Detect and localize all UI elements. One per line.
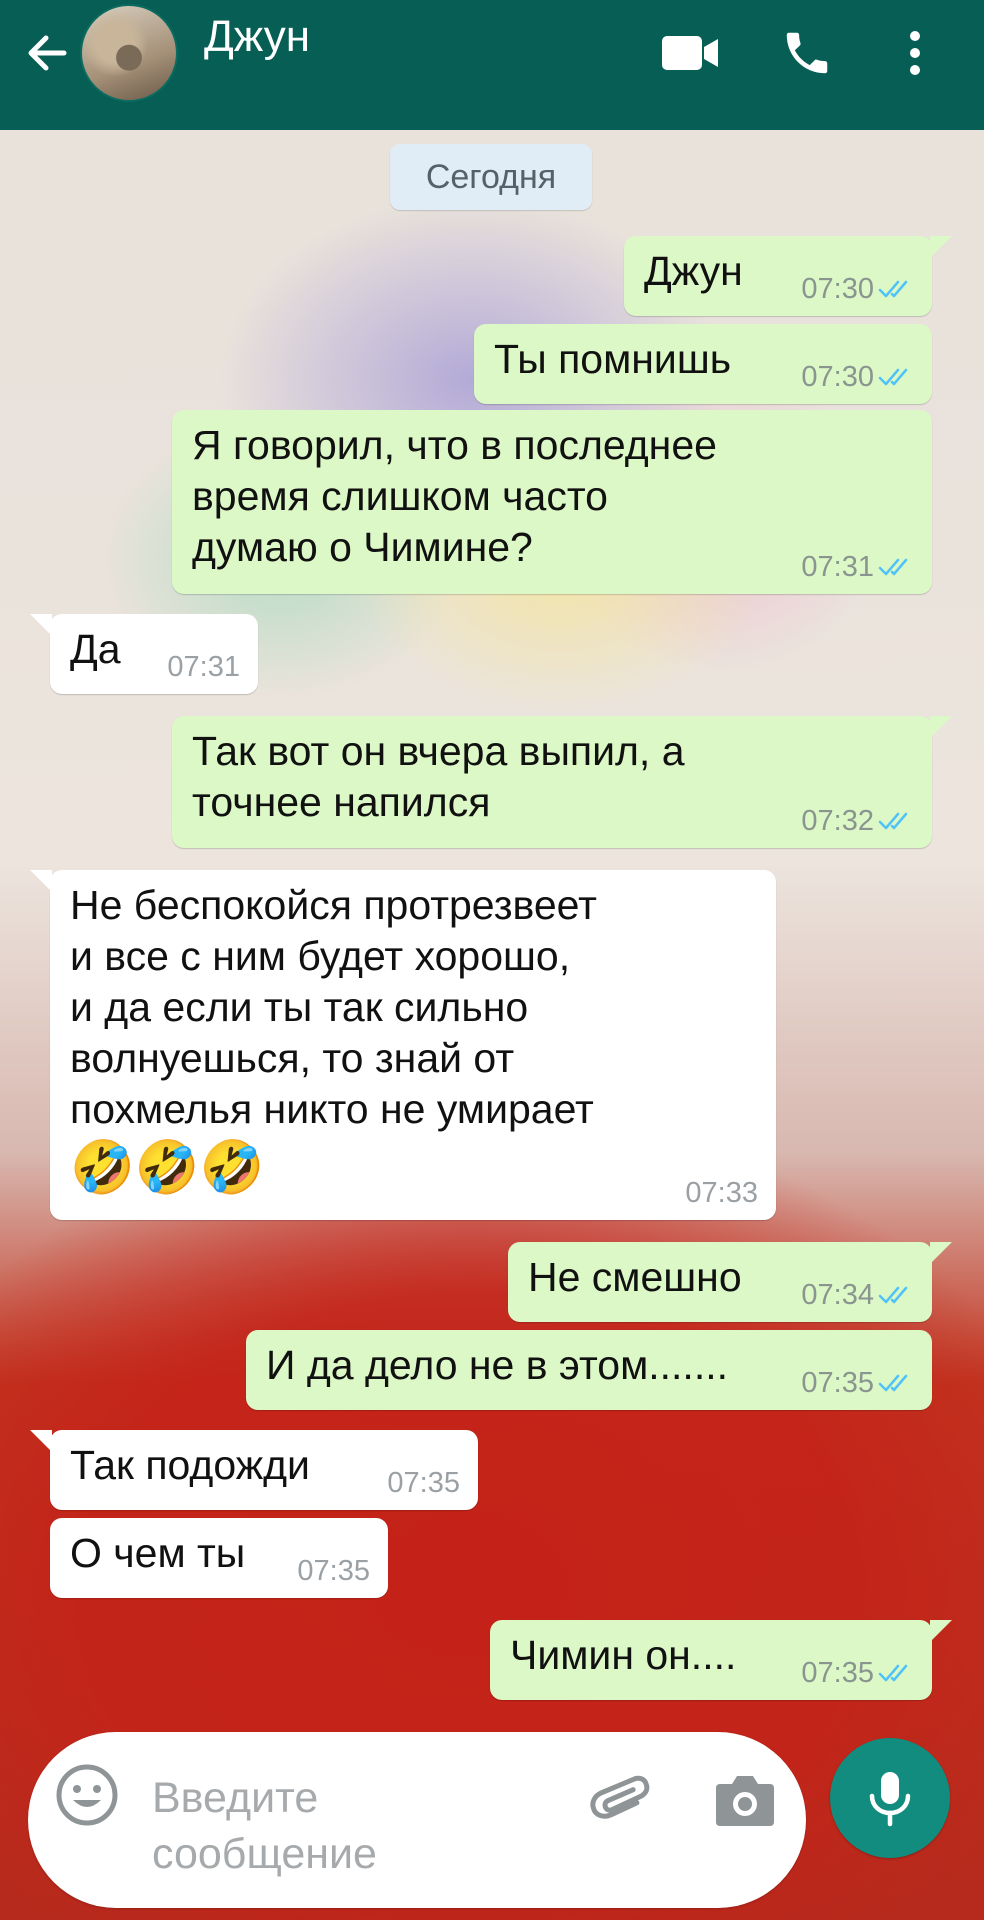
message-time: 07:32	[801, 805, 874, 837]
message-bubble-incoming[interactable]: Так подожди 07:35	[30, 1430, 478, 1510]
message-bubble-outgoing[interactable]: И да дело не в этом....... 07:35	[246, 1330, 932, 1410]
contact-name[interactable]: Джун	[204, 12, 310, 62]
message-text: и да если ты так сильно	[70, 984, 529, 1030]
camera-icon[interactable]	[714, 1772, 776, 1828]
message-text: Я говорил, что в последнее	[192, 422, 717, 468]
contact-avatar[interactable]	[80, 4, 178, 102]
mic-icon	[869, 1772, 911, 1827]
message-text: Джун	[644, 248, 743, 294]
read-receipt-icon	[878, 368, 908, 386]
phone-call-icon[interactable]	[780, 26, 834, 80]
message-time: 07:30	[801, 273, 874, 305]
message-bubble-outgoing[interactable]: Не смешно 07:34	[508, 1242, 952, 1322]
message-text: Не беспокойся протрезвеет	[70, 882, 597, 928]
message-text: О чем ты	[70, 1530, 246, 1576]
read-receipt-icon	[878, 812, 908, 830]
message-text: волнуешься, то знай от	[70, 1035, 515, 1081]
message-text: и все с ним будет хорошо,	[70, 933, 571, 979]
message-input-field[interactable]: Введите сообщение	[152, 1770, 482, 1882]
message-bubble-incoming[interactable]: Да 07:31	[30, 614, 258, 694]
message-time: 07:30	[801, 361, 874, 393]
message-text: И да дело не в этом.......	[266, 1342, 728, 1388]
read-receipt-icon	[878, 280, 908, 298]
message-input-bar[interactable]: Введите сообщение	[28, 1732, 806, 1908]
read-receipt-icon	[878, 1664, 908, 1682]
message-bubble-outgoing[interactable]: Чимин он.... 07:35	[490, 1620, 952, 1700]
message-bubble-outgoing[interactable]: Я говорил, что в последнее время слишком…	[172, 410, 932, 594]
message-time: 07:31	[167, 651, 240, 683]
message-time: 07:35	[801, 1367, 874, 1399]
message-text: Так вот он вчера выпил, а	[192, 728, 685, 774]
read-receipt-icon	[878, 558, 908, 576]
message-bubble-incoming[interactable]: Не беспокойся протрезвеет и все с ним бу…	[30, 870, 776, 1220]
message-text: Да	[70, 626, 121, 672]
emoji-icon[interactable]	[54, 1762, 120, 1828]
message-text: Чимин он....	[510, 1632, 737, 1678]
message-bubble-incoming[interactable]: О чем ты 07:35	[50, 1518, 388, 1598]
placeholder-line: сообщение	[152, 1830, 377, 1878]
date-divider: Сегодня	[390, 144, 592, 210]
placeholder-line: Введите	[152, 1774, 319, 1822]
more-vert-icon[interactable]	[900, 28, 930, 78]
mic-button[interactable]	[830, 1738, 950, 1858]
message-text: время слишком часто	[192, 473, 608, 519]
message-bubble-outgoing[interactable]: Ты помнишь 07:30	[474, 324, 932, 404]
message-bubble-outgoing[interactable]: Джун 07:30	[624, 236, 952, 316]
video-call-icon[interactable]	[660, 32, 720, 74]
message-time: 07:35	[387, 1467, 460, 1499]
message-text: похмелья никто не умирает	[70, 1086, 594, 1132]
back-arrow-icon[interactable]	[22, 28, 72, 78]
message-time: 07:33	[685, 1177, 758, 1209]
rofl-emoji-icons: 🤣🤣🤣	[70, 1139, 265, 1197]
message-bubble-outgoing[interactable]: Так вот он вчера выпил, а точнее напился…	[172, 716, 952, 848]
read-receipt-icon	[878, 1374, 908, 1392]
message-text: Не смешно	[528, 1254, 742, 1300]
read-receipt-icon	[878, 1286, 908, 1304]
message-time: 07:31	[801, 551, 874, 583]
message-time: 07:35	[297, 1555, 370, 1587]
message-text: Ты помнишь	[494, 336, 732, 382]
message-time: 07:34	[801, 1279, 874, 1311]
message-text: Так подожди	[70, 1442, 310, 1488]
chat-header: Джун	[0, 0, 984, 130]
attach-icon[interactable]	[588, 1768, 658, 1838]
message-time: 07:35	[801, 1657, 874, 1689]
